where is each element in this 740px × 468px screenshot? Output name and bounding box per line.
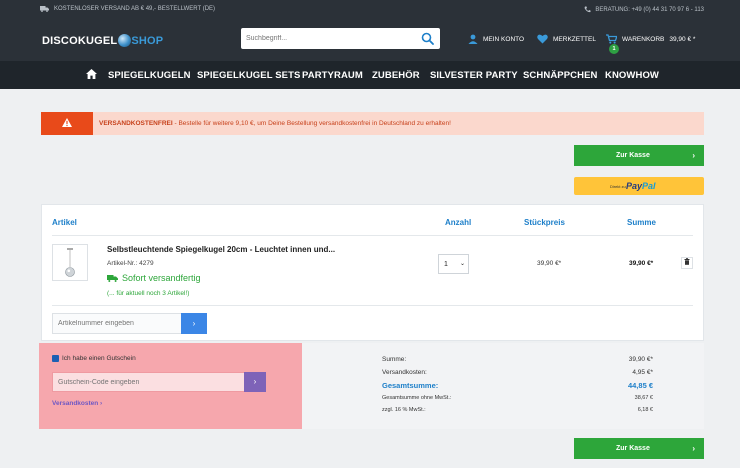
- search-icon[interactable]: [421, 32, 434, 45]
- chevron-right-icon: ›: [192, 319, 196, 328]
- nav-item-schnaeppchen[interactable]: SCHNÄPPCHEN: [523, 70, 597, 81]
- add-article-button[interactable]: ›: [181, 313, 207, 334]
- trash-icon: [684, 258, 690, 265]
- checkbox-checked-icon[interactable]: [52, 355, 59, 362]
- header-unit-price: Stückpreis: [524, 218, 565, 227]
- nav-item-zubehoer[interactable]: ZUBEHÖR: [372, 70, 420, 81]
- heart-icon: [537, 34, 548, 44]
- cart-label: WARENKORB: [622, 35, 665, 43]
- cart-table: Artikel Anzahl Stückpreis Summe Selbstle…: [41, 204, 704, 341]
- paypal-button[interactable]: Direkt zu PayPal: [574, 177, 704, 195]
- checkout-button-top[interactable]: Zur Kasse ›: [574, 145, 704, 166]
- search-box: [241, 28, 440, 49]
- paypal-logo: PayPal: [626, 181, 656, 191]
- quantity-value: 1: [444, 261, 448, 268]
- net-value: 38,67 €: [634, 395, 653, 401]
- sum-value: 39,90 €*: [628, 356, 653, 363]
- vat-value: 6,18 €: [637, 407, 653, 413]
- nav-item-partyraum[interactable]: PARTYRAUM: [302, 70, 363, 81]
- vat-label: zzgl. 16 % MwSt.:: [382, 407, 426, 413]
- phone-icon: [584, 6, 591, 13]
- cart-icon: [606, 34, 617, 44]
- shipping-cost-link-text: Versandkosten: [52, 400, 99, 407]
- account-link[interactable]: MEIN KONTO: [468, 34, 524, 44]
- user-icon: [468, 34, 478, 44]
- truck-icon: [40, 6, 49, 12]
- checkout-label: Zur Kasse: [616, 152, 650, 159]
- nav-item-spiegelkugel-sets[interactable]: SPIEGELKUGEL SETS: [197, 70, 300, 81]
- shipping-cost-link[interactable]: Versandkosten ›: [52, 400, 102, 407]
- sum-label: Summe:: [382, 356, 407, 363]
- shipping-label: Versandkosten:: [382, 369, 427, 376]
- logo-text-accent: SHOP: [131, 34, 164, 47]
- shipping-note: KOSTENLOSER VERSAND AB € 49,- BESTELLWER…: [40, 6, 215, 12]
- home-icon[interactable]: [86, 69, 97, 79]
- divider: [52, 305, 693, 306]
- mirror-ball-image: [65, 248, 75, 277]
- product-thumbnail[interactable]: [52, 244, 88, 281]
- header-sum: Summe: [627, 218, 656, 227]
- main-nav: SPIEGELKUGELN SPIEGELKUGEL SETS PARTYRAU…: [0, 61, 740, 89]
- quantity-select[interactable]: 1 ⌄: [438, 254, 469, 274]
- nav-item-spiegelkugeln[interactable]: SPIEGELKUGELN: [108, 70, 191, 81]
- order-summary: Summe: 39,90 €* Versandkosten: 4,95 €* G…: [302, 343, 704, 429]
- chevron-down-icon: ⌄: [459, 261, 465, 267]
- logo-text-main: DISCOKUGEL: [42, 34, 118, 47]
- net-label: Gesamtsumme ohne MwSt.:: [382, 395, 452, 401]
- search-input[interactable]: [241, 28, 411, 49]
- chevron-right-icon: ›: [692, 444, 695, 453]
- stock-note: (... für aktuell noch 3 Artikel!): [107, 290, 190, 297]
- voucher-checkbox-label: Ich habe einen Gutschein: [62, 355, 136, 362]
- chevron-right-icon: ›: [253, 377, 257, 386]
- header-quantity: Anzahl: [445, 218, 472, 227]
- alert-message: VERSANDKOSTENFREI - Bestelle für weitere…: [99, 120, 451, 127]
- line-total: 39,90 €*: [629, 260, 654, 267]
- unit-price: 39,90 €*: [537, 260, 562, 267]
- truck-icon: [107, 274, 118, 282]
- delivery-status: Sofort versandfertig: [107, 273, 201, 283]
- paypal-logo-pal: Pal: [642, 181, 656, 191]
- wishlist-link[interactable]: MERKZETTEL: [537, 34, 596, 44]
- hotline-text: BERATUNG: +49 (0) 44 31 70 97 6 - 113: [595, 6, 704, 13]
- alert-icon-box: [41, 112, 93, 135]
- nav-item-knowhow[interactable]: KNOWHOW: [605, 70, 659, 81]
- checkout-button-bottom[interactable]: Zur Kasse ›: [574, 438, 704, 459]
- hotline[interactable]: BERATUNG: +49 (0) 44 31 70 97 6 - 113: [584, 6, 704, 13]
- account-label: MEIN KONTO: [483, 35, 525, 43]
- checkout-label: Zur Kasse: [616, 445, 650, 452]
- paypal-prefix: Direkt zu: [610, 184, 626, 189]
- cart-link[interactable]: 1 WARENKORB 39,90 € *: [606, 34, 696, 54]
- grand-total-label: Gesamtsumme:: [382, 381, 439, 390]
- mirror-ball-icon: [118, 34, 132, 47]
- wishlist-label: MERKZETTEL: [553, 35, 596, 43]
- voucher-section: Ich habe einen Gutschein › Versandkosten…: [39, 343, 302, 429]
- voucher-code-input[interactable]: [52, 372, 266, 392]
- free-shipping-alert: VERSANDKOSTENFREI - Bestelle für weitere…: [41, 112, 704, 135]
- paypal-logo-pay: Pay: [626, 181, 643, 191]
- shipping-note-text: KOSTENLOSER VERSAND AB € 49,- BESTELLWER…: [54, 6, 216, 12]
- divider: [52, 235, 693, 236]
- shipping-value: 4,95 €*: [632, 369, 653, 376]
- voucher-checkbox[interactable]: Ich habe einen Gutschein: [52, 355, 136, 362]
- product-title[interactable]: Selbstleuchtende Spiegelkugel 20cm - Leu…: [107, 245, 335, 254]
- remove-item-button[interactable]: [681, 257, 693, 269]
- alert-text: - Bestelle für weitere 9,10 €, um Deine …: [172, 120, 451, 127]
- cart-count-badge: 1: [609, 44, 619, 54]
- header-article: Artikel: [52, 218, 77, 227]
- alert-strong: VERSANDKOSTENFREI: [99, 120, 173, 127]
- warning-icon: [62, 118, 72, 127]
- chevron-right-icon: ›: [692, 151, 695, 160]
- header: DISCOKUGEL SHOP MEIN KONTO MERKZETTEL 1 …: [0, 20, 740, 61]
- top-bar: KOSTENLOSER VERSAND AB € 49,- BESTELLWER…: [0, 0, 740, 20]
- nav-item-silvester-party[interactable]: SILVESTER PARTY: [430, 70, 518, 81]
- apply-voucher-button[interactable]: ›: [244, 372, 266, 392]
- cart-amount: 39,90 € *: [669, 35, 696, 43]
- product-number: Artikel-Nr.: 4279: [107, 260, 154, 267]
- shop-logo[interactable]: DISCOKUGEL SHOP: [42, 34, 163, 47]
- grand-total-value: 44,85 €: [627, 381, 653, 390]
- delivery-status-text: Sofort versandfertig: [122, 273, 201, 283]
